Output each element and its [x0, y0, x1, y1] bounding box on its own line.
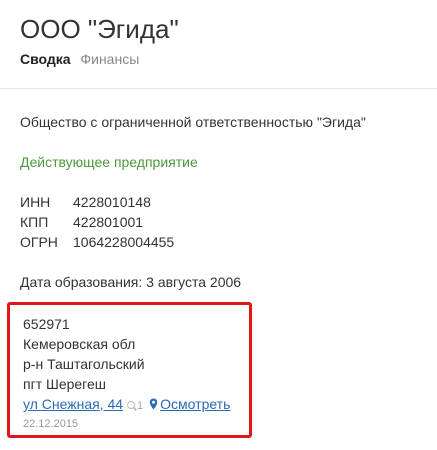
inn-value: 4228010148: [73, 194, 151, 210]
address-street-row: ул Снежная, 44 1 Осмотреть: [23, 396, 230, 412]
company-status: Действующее предприятие: [20, 154, 198, 170]
founded-date: Дата образования: 3 августа 2006: [20, 274, 242, 290]
inn-row: ИНН 4228010148: [20, 194, 151, 210]
kpp-label: КПП: [20, 214, 49, 230]
tab-summary[interactable]: Сводка: [20, 51, 71, 67]
tab-finance[interactable]: Финансы: [80, 51, 139, 67]
inn-label: ИНН: [20, 194, 51, 210]
address-region: Кемеровская обл: [23, 336, 136, 352]
tabs: Сводка Финансы: [20, 51, 139, 67]
company-full-name: Общество с ограниченной ответственностью…: [20, 114, 366, 130]
address-highlight-box: 652971 Кемеровская обл р-н Таштагольский…: [7, 302, 252, 438]
ogrn-label: ОГРН: [20, 234, 58, 250]
street-link[interactable]: ул Снежная, 44: [23, 396, 123, 412]
search-count[interactable]: 1: [127, 400, 143, 412]
search-icon: [127, 401, 136, 409]
address-date: 22.12.2015: [23, 418, 79, 430]
header-divider: [0, 88, 437, 89]
page-title: ООО "Эгида": [20, 14, 179, 44]
view-link[interactable]: Осмотреть: [149, 396, 230, 412]
view-link-label: Осмотреть: [160, 396, 231, 412]
ogrn-value: 1064228004455: [73, 234, 175, 250]
kpp-value: 422801001: [73, 214, 144, 230]
address-locality: пгт Шерегеш: [23, 376, 106, 392]
map-pin-icon: [149, 398, 158, 410]
address-district: р-н Таштагольский: [23, 356, 145, 372]
kpp-row: КПП 422801001: [20, 214, 143, 230]
search-count-value: 1: [137, 400, 144, 412]
ogrn-row: ОГРН 1064228004455: [20, 234, 174, 250]
address-postal-code: 652971: [23, 316, 70, 332]
